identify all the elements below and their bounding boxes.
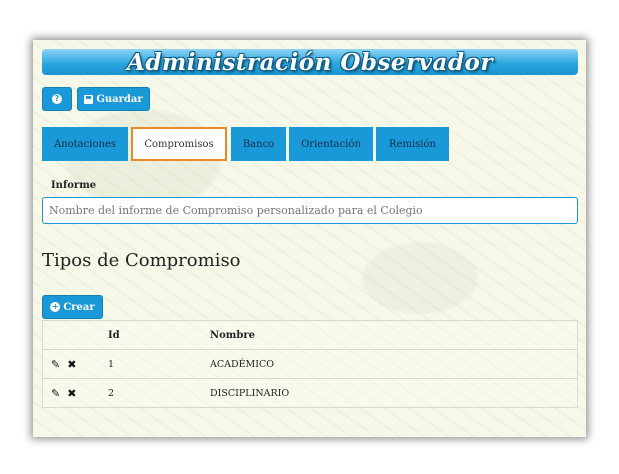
close-icon[interactable]: ✖ — [67, 359, 76, 370]
informe-input[interactable] — [42, 197, 578, 224]
pencil-icon[interactable]: ✎ — [51, 388, 60, 399]
pencil-icon[interactable]: ✎ — [51, 359, 60, 370]
tab-label: Banco — [242, 138, 275, 150]
title-bar: Administración Observador — [42, 48, 578, 76]
section-title: Tipos de Compromiso — [42, 250, 241, 271]
tab-label: Compromisos — [144, 138, 214, 150]
save-button[interactable]: Guardar — [77, 87, 150, 111]
informe-label: Informe — [51, 180, 97, 191]
help-button[interactable]: ? — [42, 87, 72, 111]
compromisos-table: Id Nombre ✎ ✖ 1 ACADÉMICO ✎ ✖ 2 DISCIPLI… — [42, 320, 578, 408]
tab-label: Remisión — [389, 138, 436, 150]
plus-circle-icon: + — [50, 302, 61, 312]
table-row: ✎ ✖ 2 DISCIPLINARIO — [43, 379, 577, 407]
save-button-label: Guardar — [96, 93, 143, 105]
tab-orientacion[interactable]: Orientación — [289, 127, 373, 161]
tab-compromisos[interactable]: Compromisos — [131, 127, 227, 161]
tab-anotaciones[interactable]: Anotaciones — [42, 127, 128, 161]
row-actions: ✎ ✖ — [51, 350, 91, 378]
row-id: 2 — [108, 387, 115, 399]
row-name: DISCIPLINARIO — [210, 387, 290, 399]
column-header-nombre: Nombre — [210, 329, 256, 341]
tab-bar: Anotaciones Compromisos Banco Orientació… — [42, 127, 578, 161]
column-header-id: Id — [108, 329, 120, 341]
page-title: Administración Observador — [127, 48, 493, 76]
close-icon[interactable]: ✖ — [67, 388, 76, 399]
tab-banco[interactable]: Banco — [231, 127, 286, 161]
tab-label: Orientación — [301, 138, 361, 150]
tab-label: Anotaciones — [54, 138, 116, 150]
table-header-row: Id Nombre — [43, 321, 577, 350]
tab-remision[interactable]: Remisión — [376, 127, 449, 161]
floppy-disk-icon — [84, 94, 94, 104]
row-name: ACADÉMICO — [210, 358, 275, 370]
create-button-label: Crear — [63, 301, 95, 313]
table-row: ✎ ✖ 1 ACADÉMICO — [43, 350, 577, 379]
create-button[interactable]: + Crear — [42, 295, 103, 319]
main-panel: Administración Observador ? Guardar Anot… — [33, 40, 586, 437]
question-circle-icon: ? — [52, 94, 62, 104]
row-id: 1 — [108, 358, 115, 370]
row-actions: ✎ ✖ — [51, 379, 91, 407]
